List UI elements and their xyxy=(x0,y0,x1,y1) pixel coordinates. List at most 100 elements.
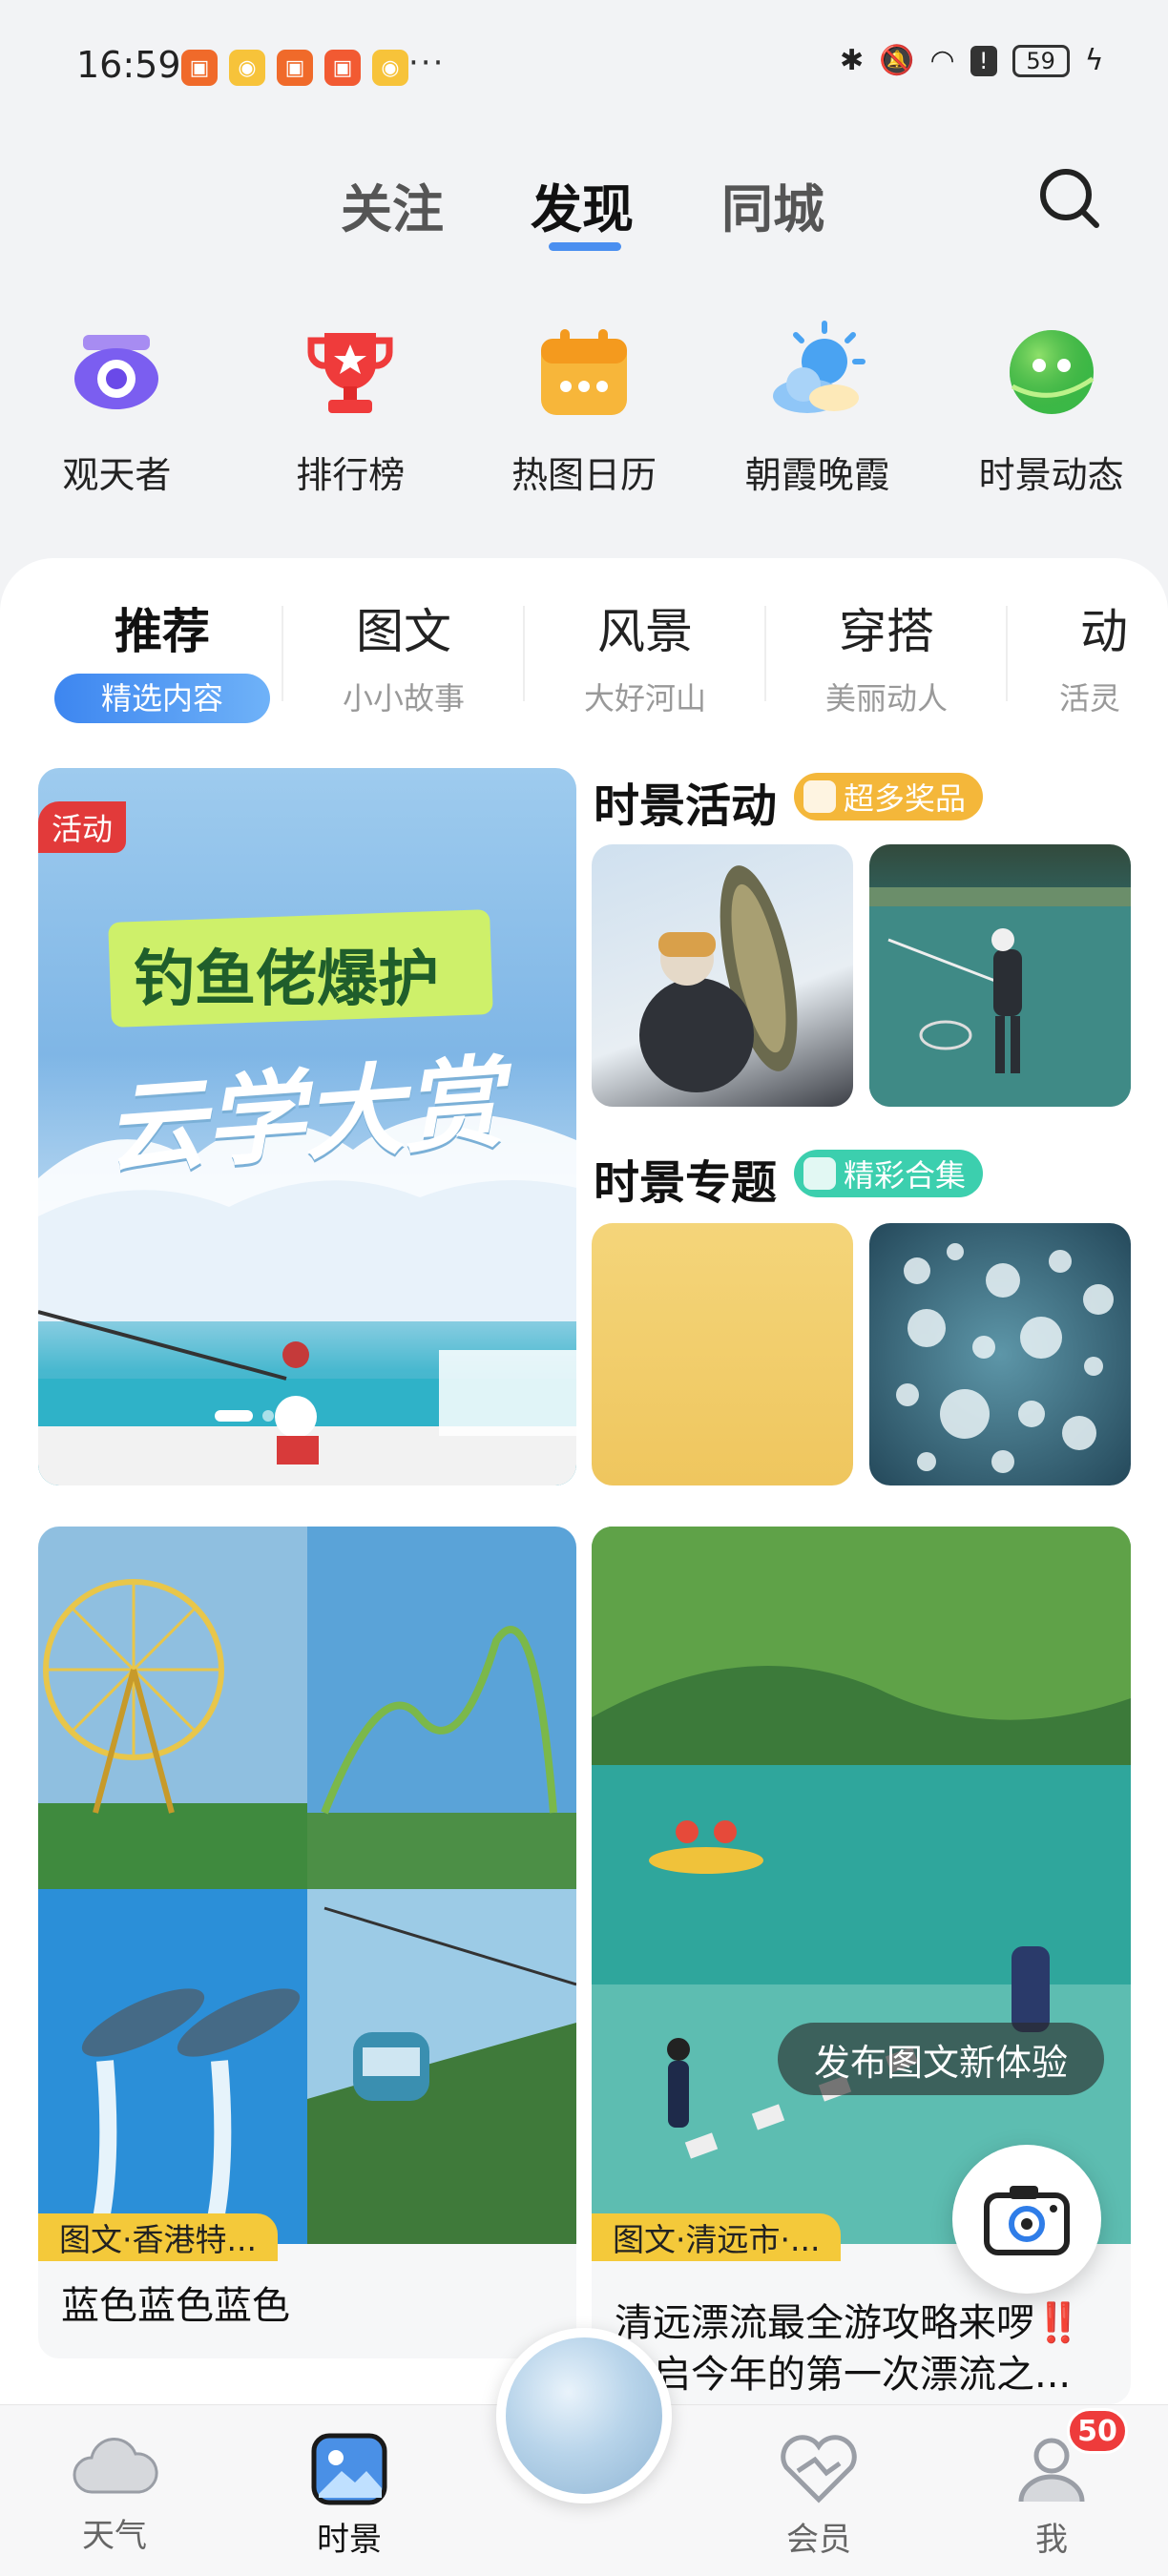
category-outfit[interactable]: 穿搭 美丽动人 xyxy=(767,593,1006,723)
gift-icon xyxy=(803,780,836,813)
category-title: 图文 xyxy=(356,604,451,659)
camera-button[interactable] xyxy=(952,2145,1101,2294)
bluetooth-icon: ✱ xyxy=(840,44,865,77)
quick-entry-label: 排行榜 xyxy=(296,454,406,496)
post-title: 清远漂流最全游攻略来啰‼️ xyxy=(615,2301,1082,2345)
activity-thumb-fishing[interactable] xyxy=(869,844,1131,1107)
charging-icon: ϟ xyxy=(1084,44,1104,77)
category-title: 穿搭 xyxy=(839,604,934,659)
banner-title: 钓鱼佬爆护 xyxy=(134,945,439,1015)
search-button[interactable] xyxy=(1035,164,1104,233)
sun-cloud-icon xyxy=(765,320,870,425)
category-recommend[interactable]: 推荐 精选内容 xyxy=(43,593,282,723)
kuaishou-app-icon: ▣ xyxy=(181,50,218,86)
nav-scenes[interactable]: 时景 xyxy=(263,2433,435,2560)
ice-bubbles-image xyxy=(896,1243,1114,1473)
carousel-dot xyxy=(215,1410,253,1422)
alert-icon: ! xyxy=(970,45,997,76)
calendar-icon xyxy=(532,320,636,425)
post-location-tag: 图文·香港特... xyxy=(38,2213,278,2261)
divider xyxy=(282,606,283,701)
banner-subtitle: 云学大赏 xyxy=(101,1044,507,1189)
grid-icon xyxy=(803,1157,836,1190)
topic-thumb-yellow[interactable] xyxy=(592,1223,853,1485)
kuaishou-app-icon: ▣ xyxy=(324,50,361,86)
status-bar: 16:59 ▣ ◉ ▣ ▣ ◉ ··· ✱ 🔕 ◠ ! 59 ϟ xyxy=(0,0,1168,134)
topic-thumb-ice-bubbles[interactable] xyxy=(869,1223,1131,1485)
fish-photo-image xyxy=(639,865,798,1092)
quick-entry-label: 时景动态 xyxy=(978,454,1124,496)
quick-entry-ranking[interactable]: 排行榜 xyxy=(234,320,468,510)
category-subtitle: 美丽动人 xyxy=(824,680,948,717)
weibo-app-icon: ◉ xyxy=(372,50,408,86)
category-title: 风景 xyxy=(597,604,693,659)
carousel-dot xyxy=(262,1410,274,1422)
quick-entry-label: 观天者 xyxy=(62,454,172,496)
activity-thumb-fish[interactable] xyxy=(592,844,853,1107)
more-notifications-icon: ··· xyxy=(408,44,446,82)
activity-badge: 活动 xyxy=(38,801,127,853)
tab-discover[interactable]: 发现 xyxy=(531,167,634,242)
planet-icon xyxy=(999,320,1104,425)
tab-local[interactable]: 同城 xyxy=(721,167,824,242)
pill-label: 精彩合集 xyxy=(844,1157,967,1194)
carousel-indicator xyxy=(215,1410,316,1422)
category-subtitle: 小小故事 xyxy=(342,680,465,717)
eye-icon xyxy=(64,320,169,425)
wifi-icon: ◠ xyxy=(929,44,955,77)
quick-entry-label: 朝霞晚霞 xyxy=(744,454,890,496)
post-title-line2: 开启今年的第一次漂流之... xyxy=(615,2353,1072,2397)
activities-title[interactable]: 时景活动 xyxy=(594,768,777,835)
heart-icon xyxy=(781,2435,857,2503)
river-rafting-image xyxy=(592,1527,1131,2244)
quick-entry-label: 热图日历 xyxy=(511,454,657,496)
nav-label: 天气 xyxy=(82,2517,147,2555)
quick-entry-scene-feed[interactable]: 时景动态 xyxy=(934,320,1168,510)
topics-pill[interactable]: 精彩合集 xyxy=(794,1150,984,1197)
post-card[interactable]: 图文·香港特... 蓝色蓝色蓝色 xyxy=(38,1527,576,2358)
status-time: 16:59 xyxy=(76,44,181,86)
post-location-tag: 图文·清远市·... xyxy=(592,2213,842,2261)
quick-entry-photo-calendar[interactable]: 热图日历 xyxy=(468,320,701,510)
carousel-dot xyxy=(283,1410,295,1422)
publish-tip[interactable]: 发布图文新体验 xyxy=(778,2023,1105,2095)
divider xyxy=(523,606,525,701)
category-title: 推荐 xyxy=(115,604,210,659)
quick-entry-sunrise-sunset[interactable]: 朝霞晚霞 xyxy=(700,320,934,510)
category-subtitle: 精选内容 xyxy=(54,674,270,723)
cloud-icon xyxy=(73,2438,158,2494)
post-title: 蓝色蓝色蓝色 xyxy=(61,2284,290,2328)
camera-icon xyxy=(984,2186,1070,2255)
activities-pill[interactable]: 超多奖品 xyxy=(794,773,984,821)
category-photo-text[interactable]: 图文 小小故事 xyxy=(284,593,523,723)
divider xyxy=(764,606,766,701)
carousel-dot xyxy=(304,1410,316,1422)
battery-icon: 59 xyxy=(1012,44,1070,77)
category-subtitle: 活灵 xyxy=(1059,680,1121,717)
pill-label: 超多奖品 xyxy=(844,780,967,817)
nav-label: 会员 xyxy=(786,2521,851,2559)
tab-following[interactable]: 关注 xyxy=(341,167,444,242)
picture-icon xyxy=(311,2433,387,2505)
quick-entry-sky-watcher[interactable]: 观天者 xyxy=(0,320,234,510)
notification-badge: 50 xyxy=(1067,2408,1128,2454)
notification-icons: ▣ ◉ ▣ ▣ ◉ xyxy=(181,50,408,86)
category-subtitle: 大好河山 xyxy=(583,680,706,717)
active-tab-indicator xyxy=(549,242,621,251)
nav-label: 时景 xyxy=(317,2521,382,2559)
quick-entry-row: 观天者 排行榜 热图日历 朝霞晚霞 时景动态 xyxy=(0,320,1168,510)
weibo-app-icon: ◉ xyxy=(229,50,265,86)
topics-title[interactable]: 时景专题 xyxy=(594,1145,777,1212)
trophy-icon xyxy=(298,320,403,425)
hong-kong-collage-image xyxy=(38,1527,576,2247)
center-action-button[interactable] xyxy=(496,2328,672,2503)
category-scenery[interactable]: 风景 大好河山 xyxy=(526,593,764,723)
mute-icon: 🔕 xyxy=(879,44,915,77)
category-motion[interactable]: 动 活灵 xyxy=(1031,593,1168,723)
nav-weather[interactable]: 天气 xyxy=(29,2433,200,2556)
divider xyxy=(1006,606,1008,701)
fishing-photo-image xyxy=(869,887,1131,1107)
nav-label: 我 xyxy=(1035,2521,1068,2559)
search-icon xyxy=(1040,169,1099,228)
nav-membership[interactable]: 会员 xyxy=(733,2433,905,2560)
